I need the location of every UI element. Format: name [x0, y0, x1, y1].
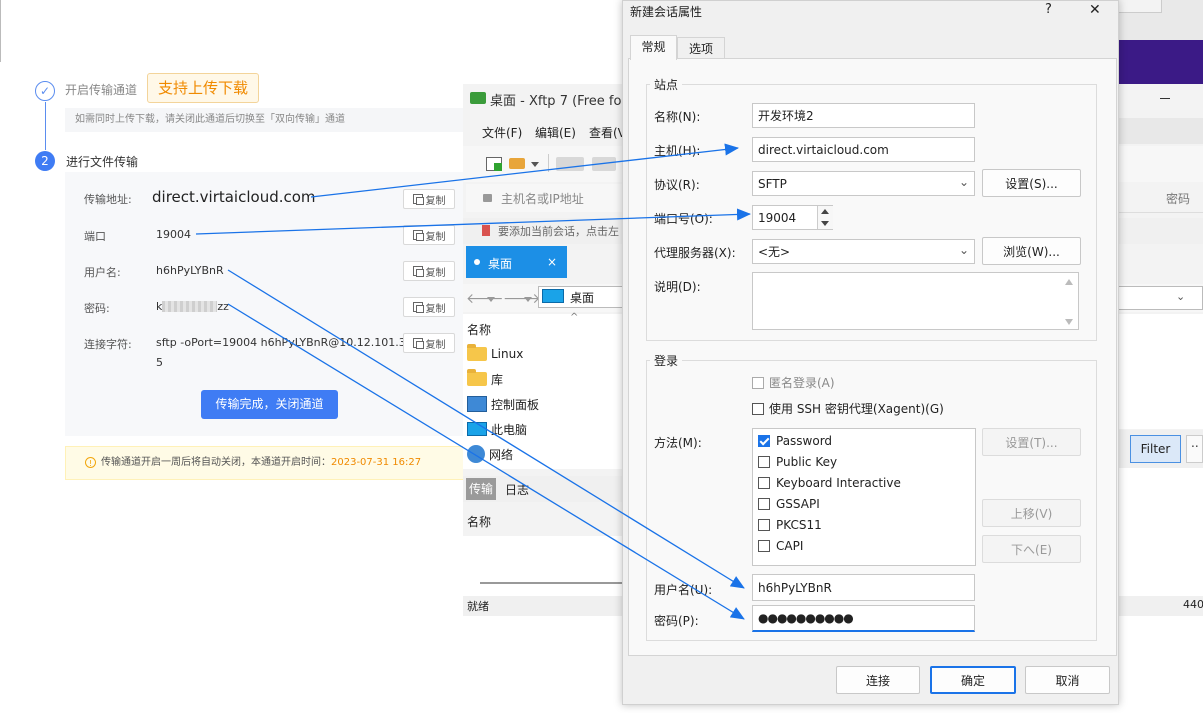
- arrow-host: [310, 143, 739, 198]
- arrow-port: [195, 208, 751, 235]
- annotation-arrows: [195, 143, 751, 620]
- arrow-username: [227, 269, 745, 589]
- tab-general[interactable]: 常规: [630, 35, 677, 60]
- arrow-password: [227, 303, 745, 620]
